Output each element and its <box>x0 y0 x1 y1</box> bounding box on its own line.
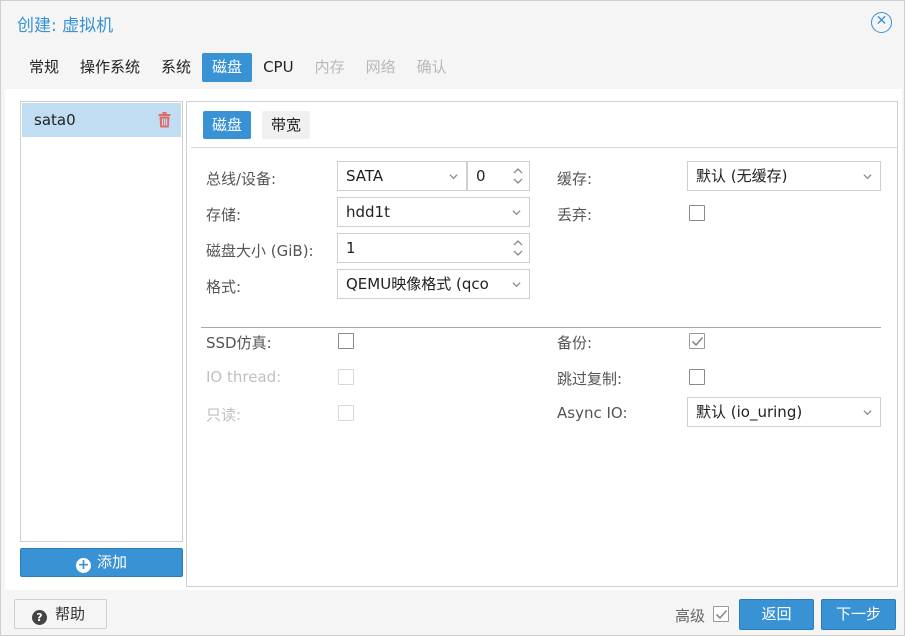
chevron-down-icon <box>863 174 872 180</box>
checkmark-icon <box>691 336 704 347</box>
readonly-label: 只读: <box>206 406 242 424</box>
tab-network: 网络 <box>365 58 396 76</box>
format-select[interactable]: QEMU映像格式 (qco <box>337 269 530 299</box>
content-area: sata0 + 添加 磁盘 带宽 总线/设备: SATA 0 存储: hdd1t… <box>5 89 902 590</box>
subtab-divider <box>191 147 897 148</box>
next-button[interactable]: 下一步 <box>821 599 896 630</box>
disk-settings-panel: 磁盘 带宽 总线/设备: SATA 0 存储: hdd1t 磁盘大小 (GiB)… <box>186 101 898 587</box>
storage-value: hdd1t <box>346 203 390 221</box>
ssd-emulation-label: SSD仿真: <box>206 334 272 352</box>
question-circle-icon: ? <box>32 610 47 625</box>
backup-checkbox[interactable] <box>689 333 705 349</box>
dialog-title: 创建: 虚拟机 <box>17 16 114 36</box>
chevron-down-icon <box>863 410 872 416</box>
backup-label: 备份: <box>557 334 593 352</box>
skip-replication-label: 跳过复制: <box>557 370 623 388</box>
chevron-down-icon <box>449 174 458 180</box>
iothread-label: IO thread: <box>206 368 282 386</box>
disk-item-label: sata0 <box>34 111 76 129</box>
advanced-checkbox[interactable] <box>713 606 729 622</box>
cache-select[interactable]: 默认 (无缓存) <box>687 161 881 191</box>
skip-replication-checkbox[interactable] <box>689 369 705 385</box>
disk-size-value: 1 <box>346 239 356 257</box>
spinner-arrows-icon[interactable] <box>513 238 523 258</box>
format-label: 格式: <box>206 278 242 296</box>
async-io-value: 默认 (io_uring) <box>696 403 803 421</box>
tab-system[interactable]: 系统 <box>151 53 201 82</box>
device-number-spinner[interactable]: 0 <box>467 161 530 191</box>
tab-cpu[interactable]: CPU <box>253 53 304 82</box>
checkmark-icon <box>715 609 728 620</box>
spinner-arrows-icon[interactable] <box>513 166 523 186</box>
back-button[interactable]: 返回 <box>739 599 814 630</box>
ssd-emulation-checkbox[interactable] <box>338 333 354 349</box>
storage-select[interactable]: hdd1t <box>337 197 530 227</box>
disk-list-item[interactable]: sata0 <box>22 103 181 137</box>
tab-memory: 内存 <box>314 58 345 76</box>
close-icon[interactable]: ✕ <box>871 12 892 33</box>
add-disk-button[interactable]: + 添加 <box>20 548 183 577</box>
plus-circle-icon: + <box>75 557 91 573</box>
discard-label: 丢弃: <box>557 206 593 224</box>
storage-label: 存储: <box>206 206 242 224</box>
disk-subtabs: 磁盘 带宽 <box>203 111 321 139</box>
subtab-disk[interactable]: 磁盘 <box>203 111 252 139</box>
chevron-down-icon <box>512 210 521 216</box>
async-io-select[interactable]: 默认 (io_uring) <box>687 397 881 427</box>
add-disk-label: 添加 <box>96 553 127 571</box>
tab-os[interactable]: 操作系统 <box>70 53 150 82</box>
readonly-checkbox <box>338 405 354 421</box>
tab-disks[interactable]: 磁盘 <box>202 53 253 82</box>
trash-icon[interactable] <box>158 112 171 128</box>
create-vm-dialog: 创建: 虚拟机 ✕ 常规 操作系统 系统 磁盘 CPU 内存 网络 确认 sat… <box>0 0 905 636</box>
wizard-tabs: 常规 操作系统 系统 磁盘 CPU 内存 网络 确认 <box>19 53 458 83</box>
help-button[interactable]: ? 帮助 <box>14 599 107 629</box>
cache-value: 默认 (无缓存) <box>696 167 788 185</box>
device-number-value: 0 <box>476 167 486 185</box>
bus-select[interactable]: SATA <box>337 161 467 191</box>
disk-size-label: 磁盘大小 (GiB): <box>206 242 314 260</box>
help-label: 帮助 <box>55 605 86 623</box>
tab-general[interactable]: 常规 <box>19 53 69 82</box>
cache-label: 缓存: <box>557 170 593 188</box>
format-value: QEMU映像格式 (qco <box>346 275 489 293</box>
iothread-checkbox <box>338 369 354 385</box>
disk-list: sata0 <box>20 101 183 542</box>
disk-size-spinner[interactable]: 1 <box>337 233 530 263</box>
async-io-label: Async IO: <box>557 404 628 422</box>
advanced-label: 高级 <box>675 607 706 625</box>
subtab-bandwidth[interactable]: 带宽 <box>262 111 311 139</box>
bus-device-label: 总线/设备: <box>206 170 277 188</box>
chevron-down-icon <box>512 282 521 288</box>
section-divider <box>201 327 881 328</box>
tab-confirm: 确认 <box>416 58 447 76</box>
bus-value: SATA <box>346 167 384 185</box>
discard-checkbox[interactable] <box>689 205 705 221</box>
